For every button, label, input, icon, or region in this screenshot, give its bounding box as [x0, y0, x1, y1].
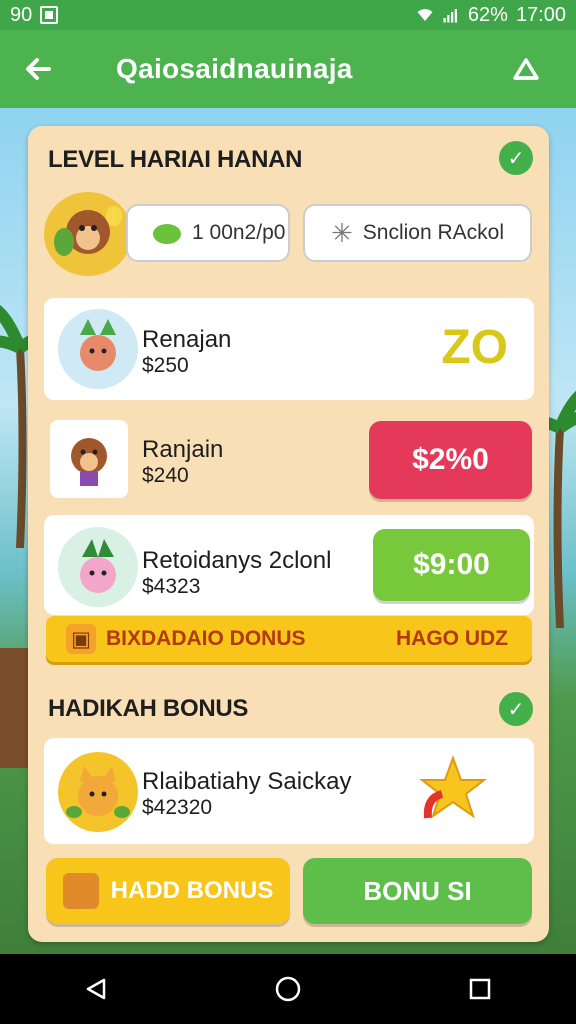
add-bonus-label: HADD BONUS — [110, 877, 274, 904]
item-name: Ranjain — [142, 436, 224, 463]
bear-avatar — [50, 420, 128, 498]
circle-home-icon — [275, 976, 301, 1002]
back-button[interactable] — [0, 30, 76, 108]
close-bonus-button[interactable]: ✓ — [499, 692, 533, 726]
bonus-bar-right-label: HAGO UDZ — [396, 627, 508, 650]
price-button-green[interactable]: $9:00 — [373, 529, 530, 601]
signal-icon — [443, 9, 457, 23]
check-icon: ✓ — [507, 147, 525, 170]
nav-recents-button[interactable] — [450, 959, 510, 1019]
bonus-item-name: Rlaibatiahy Saickay — [142, 768, 352, 795]
bonus-bar-left-label: BIXDADAIO DONUS — [106, 627, 306, 650]
status-left-number: 90 — [10, 3, 33, 26]
bonus-bar[interactable]: ▣ BIXDADAIO DONUS HAGO UDZ — [46, 616, 532, 662]
app-bar: Qaiosaidnauinaja — [0, 30, 576, 108]
monkey-mascot-icon — [54, 206, 122, 256]
bonus-button[interactable]: BONU SI — [303, 858, 532, 924]
fox-avatar — [58, 309, 138, 389]
home-icon — [513, 58, 539, 80]
home-button[interactable] — [476, 30, 576, 108]
item-action-text[interactable]: ZO — [441, 320, 508, 375]
action-pill-label: Snclion RAckol — [362, 221, 505, 244]
item-name: Retoidanys 2clonl — [142, 547, 332, 574]
plant-character-icon — [80, 539, 116, 593]
action-pill[interactable]: ✳ Snclion RAckol — [303, 204, 532, 262]
system-nav-bar — [0, 954, 576, 1024]
add-bonus-button[interactable]: HADD BONUS — [46, 858, 290, 924]
price-button-red[interactable]: $2%0 — [369, 421, 532, 499]
check-icon: ✓ — [507, 698, 525, 721]
bonus-item[interactable]: Rlaibatiahy Saickay $42320 — [44, 738, 534, 844]
triangle-back-icon — [86, 978, 106, 1000]
leaf-icon — [153, 224, 181, 244]
close-level-button[interactable]: ✓ — [499, 141, 533, 175]
bonus-item-price: $42320 — [142, 796, 213, 819]
mascot-avatar — [44, 192, 132, 276]
list-item[interactable]: Renajan $250 ZO — [44, 298, 534, 400]
item-price: $240 — [142, 464, 189, 487]
wifi-icon — [417, 9, 433, 21]
bonus-section-title: HADIKAH BONUS — [48, 695, 249, 722]
plant-avatar — [58, 527, 138, 607]
notification-icon — [40, 6, 59, 24]
star-icon — [419, 755, 487, 819]
item-price: $250 — [142, 354, 189, 377]
arrow-left-icon — [26, 58, 51, 80]
nav-home-button[interactable] — [258, 959, 318, 1019]
battery-percent: 62% — [467, 3, 508, 26]
nav-back-button[interactable] — [66, 959, 126, 1019]
level-section-title: LEVEL HARIAI HANAN — [48, 146, 303, 173]
counter-value: 1 00n2/p0 — [192, 221, 286, 244]
fox-character-icon — [80, 319, 116, 371]
status-bar: 90 62% 17:00 — [0, 0, 576, 30]
bonus-box-icon: ▣ — [66, 624, 96, 654]
page-title: Qaiosaidnauinaja — [116, 53, 353, 84]
square-recents-icon — [469, 978, 491, 1000]
cat-avatar — [58, 752, 138, 832]
item-price: $4323 — [142, 575, 201, 598]
sparkle-icon: ✳ — [330, 217, 353, 248]
item-name: Renajan — [142, 326, 232, 353]
cat-character-icon — [66, 766, 130, 818]
status-time: 17:00 — [515, 3, 566, 26]
bear-character-icon — [71, 438, 107, 486]
treasure-box-icon — [62, 873, 99, 909]
counter-pill[interactable]: 1 00n2/p0 — [126, 204, 290, 262]
